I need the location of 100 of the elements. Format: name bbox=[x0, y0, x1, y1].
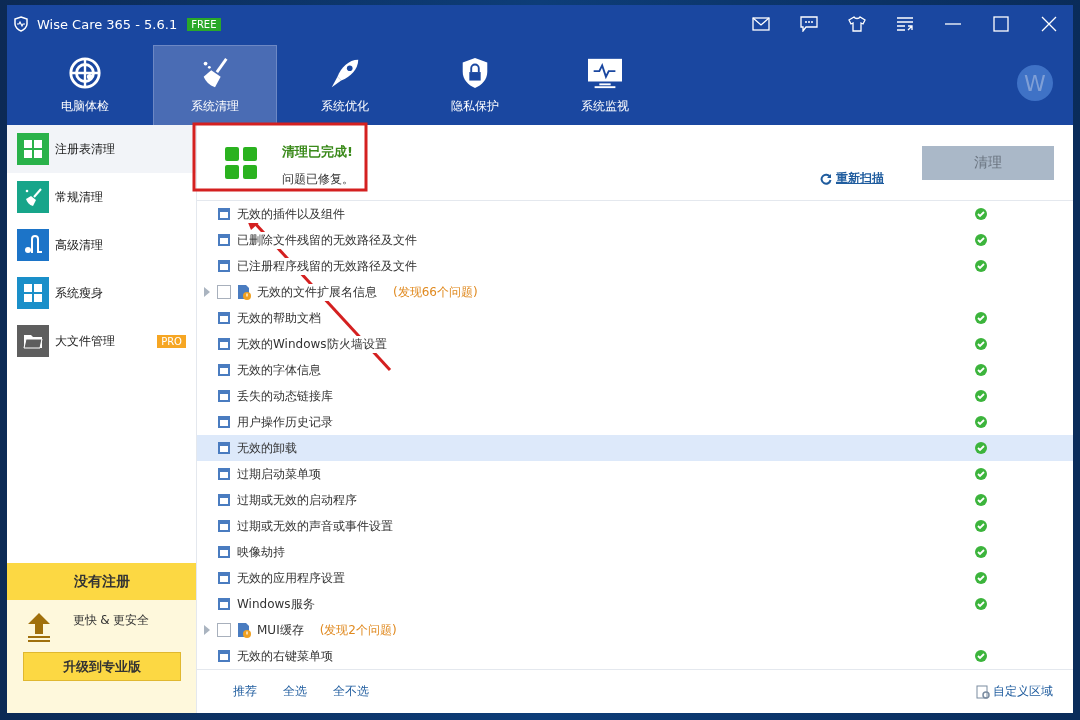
radar-icon bbox=[67, 55, 103, 90]
upgrade-button[interactable]: 升级到专业版 bbox=[22, 652, 181, 681]
registry-item-icon bbox=[217, 597, 231, 611]
pro-badge: PRO bbox=[157, 334, 186, 348]
list-row[interactable]: 无效的应用程序设置 bbox=[197, 565, 1073, 591]
document-gear-icon bbox=[976, 684, 990, 699]
promo-tagline: 更快 & 更安全 bbox=[72, 612, 150, 629]
nav-tab[interactable]: 系统清理 bbox=[153, 45, 277, 125]
list-row[interactable]: Windows服务 bbox=[197, 591, 1073, 617]
sidebar-item[interactable]: 高级清理 bbox=[7, 221, 196, 269]
registry-item-icon bbox=[217, 259, 231, 273]
registry-item-icon bbox=[217, 311, 231, 325]
upload-arrow-icon bbox=[26, 612, 51, 642]
warning-document-icon bbox=[237, 284, 251, 300]
list-row[interactable]: 已删除文件残留的无效路径及文件 bbox=[197, 227, 1073, 253]
nav-tab[interactable]: 系统优化 bbox=[283, 45, 407, 125]
check-icon bbox=[975, 260, 987, 272]
check-icon bbox=[975, 520, 987, 532]
sidebar-item[interactable]: 注册表清理 bbox=[7, 125, 196, 173]
item-label: 无效的应用程序设置 bbox=[237, 569, 345, 587]
registry-item-icon bbox=[217, 415, 231, 429]
item-label: 无效的帮助文档 bbox=[237, 309, 321, 327]
list-row[interactable]: 无效的文件扩展名信息 (发现66个问题) bbox=[197, 279, 1073, 305]
list-row[interactable]: 过期或无效的启动程序 bbox=[197, 487, 1073, 513]
registry-grid-icon bbox=[225, 147, 257, 179]
item-label: MUI缓存 bbox=[257, 621, 304, 639]
list-row[interactable]: 丢失的动态链接库 bbox=[197, 383, 1073, 409]
item-label: 丢失的动态链接库 bbox=[237, 387, 333, 405]
registry-item-icon bbox=[217, 337, 231, 351]
registry-item-icon bbox=[217, 649, 231, 663]
edition-badge: FREE bbox=[187, 17, 221, 31]
list-row[interactable]: 映像劫持 bbox=[197, 539, 1073, 565]
list-row[interactable]: MUI缓存 (发现2个问题) bbox=[197, 617, 1073, 643]
check-icon bbox=[975, 208, 987, 220]
registry-item-icon bbox=[217, 519, 231, 533]
registry-item-icon bbox=[217, 207, 231, 221]
item-label: 无效的字体信息 bbox=[237, 361, 321, 379]
registry-item-icon bbox=[217, 441, 231, 455]
item-label: 映像劫持 bbox=[237, 543, 285, 561]
check-icon bbox=[975, 546, 987, 558]
list-row[interactable]: 过期或无效的声音或事件设置 bbox=[197, 513, 1073, 539]
item-label: 无效的卸载 bbox=[237, 439, 297, 457]
customize-link[interactable]: 自定义区域 bbox=[976, 683, 1053, 700]
registry-item-icon bbox=[217, 545, 231, 559]
sidebar-item[interactable]: 常规清理 bbox=[7, 173, 196, 221]
item-label: 已注册程序残留的无效路径及文件 bbox=[237, 257, 417, 275]
check-icon bbox=[975, 312, 987, 324]
nav-tab[interactable]: 隐私保护 bbox=[413, 45, 537, 125]
rescan-link[interactable]: 重新扫描 bbox=[820, 170, 884, 187]
item-label: 过期启动菜单项 bbox=[237, 465, 321, 483]
footer-link[interactable]: 全选 bbox=[283, 683, 307, 700]
check-icon bbox=[975, 442, 987, 454]
checkbox[interactable] bbox=[217, 285, 231, 299]
item-label: 过期或无效的启动程序 bbox=[237, 491, 357, 509]
list-row[interactable]: 过期启动菜单项 bbox=[197, 461, 1073, 487]
item-label: 无效的Windows防火墙设置 bbox=[237, 335, 387, 353]
registry-item-icon bbox=[217, 389, 231, 403]
issue-count: (发现66个问题) bbox=[393, 283, 478, 301]
window-title: Wise Care 365 - 5.6.1 bbox=[37, 16, 178, 32]
check-icon bbox=[975, 494, 987, 506]
check-icon bbox=[975, 234, 987, 246]
check-icon bbox=[975, 650, 987, 662]
item-label: 用户操作历史记录 bbox=[237, 413, 333, 431]
item-label: 无效的插件以及组件 bbox=[237, 205, 345, 223]
list-row[interactable]: 用户操作历史记录 bbox=[197, 409, 1073, 435]
registry-item-icon bbox=[217, 571, 231, 585]
registry-item-icon bbox=[217, 363, 231, 377]
check-icon bbox=[975, 468, 987, 480]
list-row[interactable]: 已注册程序残留的无效路径及文件 bbox=[197, 253, 1073, 279]
list-row[interactable]: 无效的帮助文档 bbox=[197, 305, 1073, 331]
sidebar-item[interactable]: 大文件管理 PRO bbox=[7, 317, 196, 365]
registry-item-icon bbox=[217, 493, 231, 507]
check-icon bbox=[975, 390, 987, 402]
check-icon bbox=[975, 416, 987, 428]
sidebar-item[interactable]: 系统瘦身 bbox=[7, 269, 196, 317]
shield-logo-icon bbox=[13, 16, 29, 32]
item-label: 已删除文件残留的无效路径及文件 bbox=[237, 231, 417, 249]
registry-item-icon bbox=[217, 467, 231, 481]
check-icon bbox=[975, 598, 987, 610]
list-row[interactable]: 无效的字体信息 bbox=[197, 357, 1073, 383]
issue-count: (发现2个问题) bbox=[319, 621, 397, 639]
nav-tab[interactable]: 系统监视 bbox=[543, 45, 667, 125]
check-icon bbox=[975, 338, 987, 350]
list-row[interactable]: 无效的右键菜单项 bbox=[197, 643, 1073, 669]
nav-tab[interactable]: 电脑体检 bbox=[23, 45, 147, 125]
warning-document-icon bbox=[237, 622, 251, 638]
registry-item-icon bbox=[217, 233, 231, 247]
footer-link[interactable]: 推荐 bbox=[233, 683, 257, 700]
refresh-icon bbox=[820, 172, 832, 185]
item-label: 过期或无效的声音或事件设置 bbox=[237, 517, 393, 535]
list-row[interactable]: 无效的卸载 bbox=[197, 435, 1073, 461]
result-title: 清理已完成! bbox=[282, 143, 354, 161]
item-label: 无效的右键菜单项 bbox=[237, 647, 333, 665]
check-icon bbox=[975, 364, 987, 376]
item-label: 无效的文件扩展名信息 bbox=[257, 283, 377, 301]
list-row[interactable]: 无效的插件以及组件 bbox=[197, 201, 1073, 227]
list-row[interactable]: 无效的Windows防火墙设置 bbox=[197, 331, 1073, 357]
footer-link[interactable]: 全不选 bbox=[333, 683, 369, 700]
checkbox[interactable] bbox=[217, 623, 231, 637]
item-label: Windows服务 bbox=[237, 595, 315, 613]
